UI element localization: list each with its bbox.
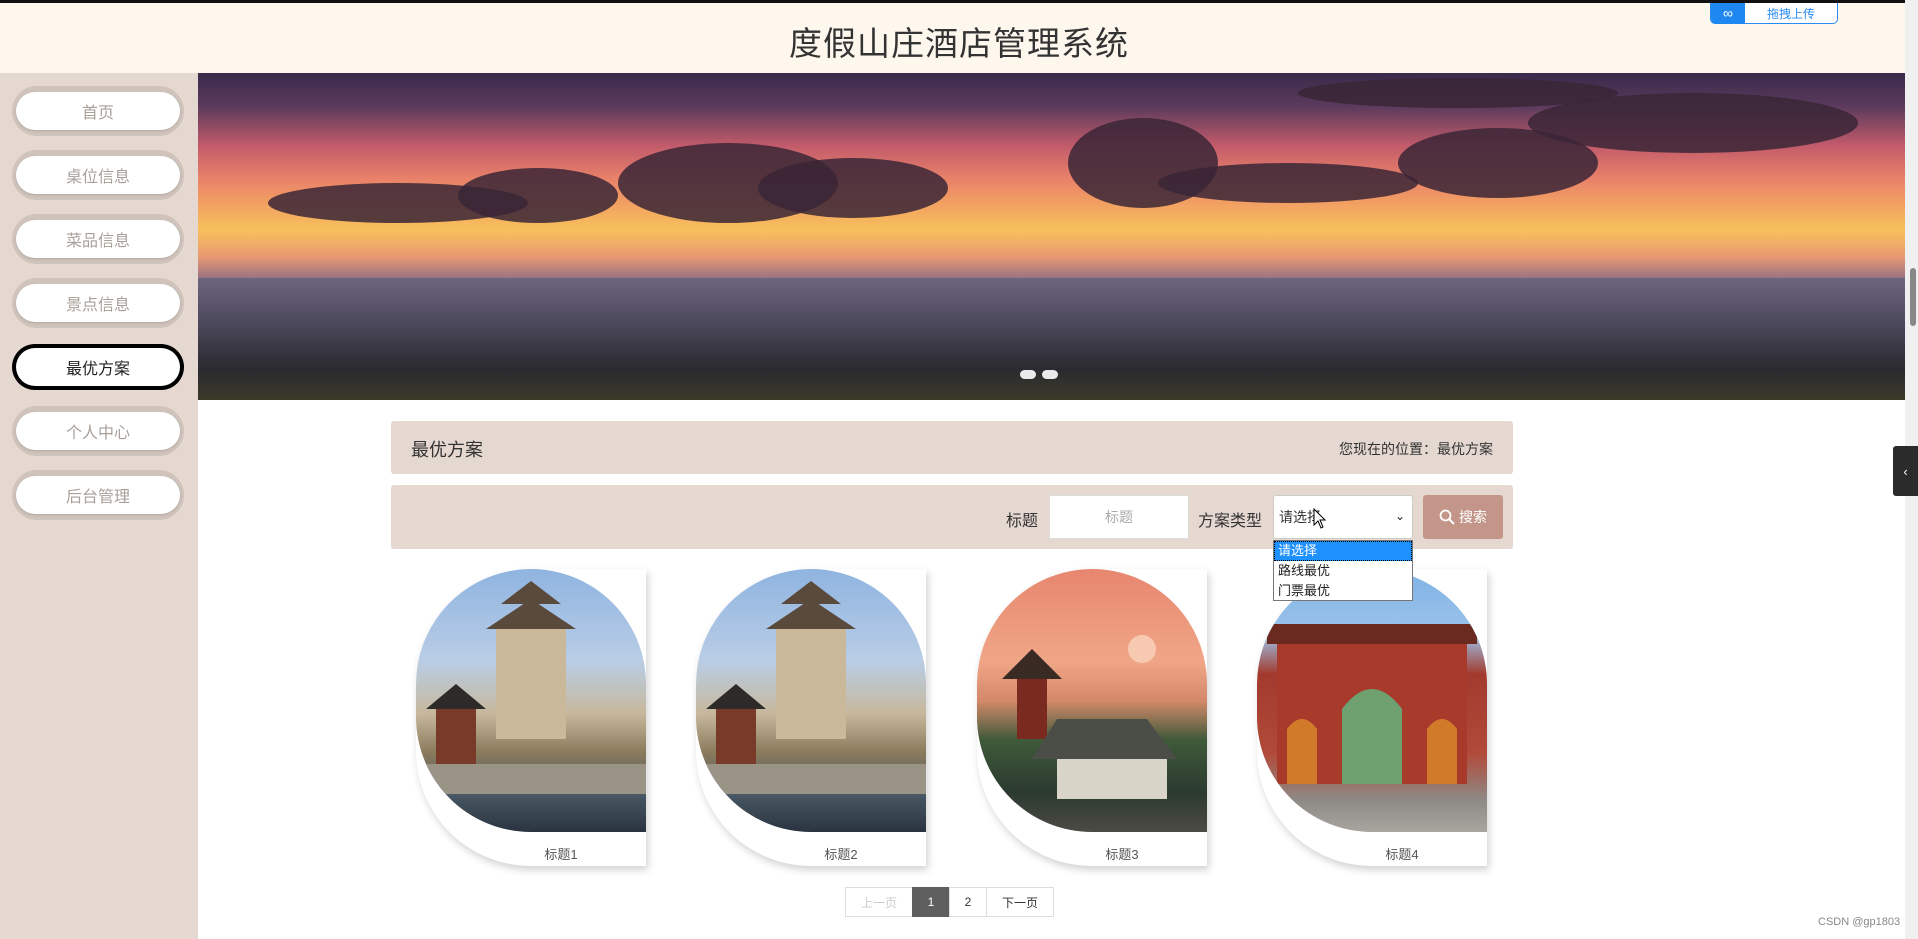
mouse-cursor-icon (1313, 508, 1327, 529)
search-button-label: 搜索 (1459, 509, 1487, 525)
sidebar-item-label: 桌位信息 (16, 156, 180, 194)
banner-sea (198, 278, 1905, 400)
card-caption: 标题4 (1385, 847, 1419, 862)
pagination: 上一页 1 2 下一页 (845, 887, 1054, 917)
sidebar-item-dishes[interactable]: 菜品信息 (12, 214, 184, 264)
search-icon (1439, 509, 1455, 525)
title-label: 标题 (1006, 513, 1039, 530)
sidebar-item-label: 个人中心 (16, 412, 180, 450)
page-button[interactable]: 1 (912, 887, 950, 917)
card-caption: 标题3 (1105, 847, 1139, 862)
sidebar-item-tables[interactable]: 桌位信息 (12, 150, 184, 200)
pagoda-illustration (696, 581, 926, 794)
pagoda-illustration (416, 581, 646, 794)
plan-card[interactable]: 标题3 (977, 569, 1207, 866)
sidebar: 首页 桌位信息 菜品信息 景点信息 最优方案 个人中心 后台管理 (0, 73, 198, 939)
sidebar-item-best-plan[interactable]: 最优方案 (12, 344, 184, 390)
card-image[interactable] (977, 569, 1207, 832)
watermark: CSDN @gp1803 (1818, 916, 1901, 928)
plan-card[interactable]: 标题4 (1257, 569, 1487, 866)
banner-cloud (1158, 163, 1418, 203)
sidebar-item-label: 后台管理 (16, 476, 180, 514)
chevron-down-icon: ⌄ (1394, 509, 1405, 523)
sidebar-item-personal-center[interactable]: 个人中心 (12, 406, 184, 456)
sidebar-item-label: 最优方案 (16, 348, 180, 386)
dropdown-option[interactable]: 路线最优 (1274, 561, 1412, 581)
card-caption: 标题1 (544, 847, 578, 862)
page-header: 度假山庄酒店管理系统 ∞ 拖拽上传 (0, 0, 1918, 73)
carousel-dot[interactable] (1042, 370, 1058, 379)
plan-type-select[interactable]: 请选择 ⌄ (1273, 495, 1413, 539)
plan-card[interactable]: 标题2 (696, 569, 926, 866)
sidebar-item-attractions[interactable]: 景点信息 (12, 278, 184, 328)
next-page-button[interactable]: 下一页 (986, 887, 1054, 917)
dropdown-option[interactable]: 门票最优 (1274, 581, 1412, 601)
sidebar-item-home[interactable]: 首页 (12, 86, 184, 136)
carousel-indicators (1020, 370, 1058, 379)
sidebar-item-label: 首页 (16, 92, 180, 130)
card-image[interactable] (696, 569, 926, 832)
breadcrumb: 您现在的位置：最优方案 (1339, 441, 1493, 457)
chevron-left-icon: ‹ (1903, 463, 1908, 479)
drag-upload-label: 拖拽上传 (1766, 6, 1815, 21)
collapse-panel-button[interactable]: ‹ (1893, 446, 1918, 496)
card-caption: 标题2 (824, 847, 858, 862)
plan-type-label: 方案类型 (1198, 513, 1263, 530)
page-title: 最优方案 (411, 440, 483, 460)
prev-page-button[interactable]: 上一页 (845, 887, 913, 917)
sidebar-item-label: 景点信息 (16, 284, 180, 322)
drag-upload-button[interactable]: ∞ 拖拽上传 (1710, 2, 1838, 24)
sidebar-item-label: 菜品信息 (16, 220, 180, 258)
carousel-dot[interactable] (1020, 370, 1036, 379)
banner-cloud (458, 168, 618, 223)
card-image[interactable] (1257, 569, 1487, 832)
page-button[interactable]: 2 (949, 887, 987, 917)
plan-type-dropdown: 请选择 路线最优 门票最优 (1273, 540, 1413, 601)
pavilion-illustration (1002, 635, 1177, 799)
title-search-input[interactable]: 标题 (1049, 495, 1189, 539)
banner-carousel[interactable] (198, 73, 1905, 400)
link-icon: ∞ (1711, 2, 1745, 24)
plan-card[interactable]: 标题1 (416, 569, 646, 866)
site-title: 度假山庄酒店管理系统 (789, 24, 1129, 63)
breadcrumb-bar: 最优方案 您现在的位置：最优方案 (391, 421, 1513, 474)
search-button[interactable]: 搜索 (1423, 495, 1503, 539)
scrollbar-thumb[interactable] (1910, 268, 1916, 326)
banner-cloud (758, 158, 948, 218)
banner-cloud (1298, 78, 1618, 108)
card-image[interactable] (416, 569, 646, 832)
gate-illustration (1267, 624, 1477, 784)
sidebar-item-admin[interactable]: 后台管理 (12, 470, 184, 520)
dropdown-option[interactable]: 请选择 (1274, 541, 1412, 561)
